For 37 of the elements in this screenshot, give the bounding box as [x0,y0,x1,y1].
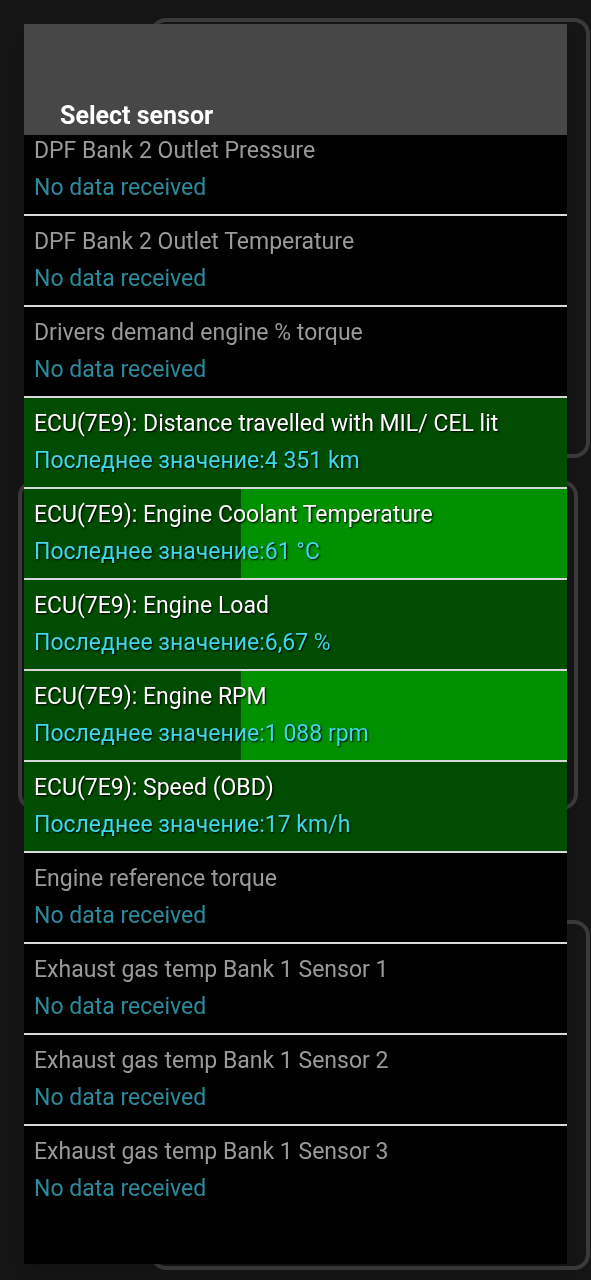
sensor-name: Exhaust gas temp Bank 1 Sensor 1 [34,955,390,985]
sensor-name: ECU(7E9): Engine RPM [34,682,268,712]
sensor-item[interactable]: Exhaust gas temp Bank 1 Sensor 1 No data received [24,942,567,1033]
sensor-name: ECU(7E9): Speed (OBD) [34,773,275,803]
sensor-status: Последнее значение:6,67 % [34,628,332,658]
sensor-item[interactable]: ECU(7E9): Engine Load Последнее значение:6,67 % [24,578,567,669]
sensor-item[interactable]: DPF Bank 2 Outlet Temperature No data received [24,214,567,305]
sensor-name: Engine reference torque [34,864,278,894]
sensor-status: No data received [34,1174,208,1204]
sensor-item[interactable]: ECU(7E9): Speed (OBD) Последнее значение:17 km/h [24,760,567,851]
sensor-status: No data received [34,1083,208,1113]
sensor-item[interactable]: ECU(7E9): Engine RPM Последнее значение:1 088 rpm [24,669,567,760]
sensor-status: No data received [34,901,208,931]
sensor-status: No data received [34,264,208,294]
sensor-name: Drivers demand engine % torque [34,318,364,348]
sensor-item[interactable]: DPF Bank 2 Outlet Pressure No data received [24,135,567,214]
sensor-name: Exhaust gas temp Bank 1 Sensor 2 [34,1046,390,1076]
sensor-status: Последнее значение:17 km/h [34,810,352,840]
sensor-name: Exhaust gas temp Bank 1 Sensor 3 [34,1137,390,1167]
sensor-status: No data received [34,992,208,1022]
dialog-title: Select sensor [60,100,214,132]
sensor-name: ECU(7E9): Engine Load [34,591,270,621]
sensor-status: Последнее значение:61 °C [34,537,321,567]
sensor-name: ECU(7E9): Distance travelled with MIL/ CEL lit [34,409,500,439]
sensor-item[interactable]: Engine reference torque No data received [24,851,567,942]
sensor-name: DPF Bank 2 Outlet Pressure [34,136,317,166]
sensor-status: No data received [34,355,208,385]
sensor-item[interactable]: ECU(7E9): Engine Coolant Temperature Последнее значение:61 °C [24,487,567,578]
sensor-status: No data received [34,173,208,203]
sensor-name: DPF Bank 2 Outlet Temperature [34,227,356,257]
sensor-item[interactable]: Exhaust gas temp Bank 1 Sensor 3 No data received [24,1124,567,1215]
sensor-item[interactable]: ECU(7E9): Distance travelled with MIL/ CEL lit Последнее значение:4 351 km [24,396,567,487]
sensor-item[interactable]: Drivers demand engine % torque No data received [24,305,567,396]
sensor-name: ECU(7E9): Engine Coolant Temperature [34,500,434,530]
sensor-status: Последнее значение:4 351 km [34,446,361,476]
sensor-item[interactable]: Exhaust gas temp Bank 1 Sensor 2 No data received [24,1033,567,1124]
sensor-status: Последнее значение:1 088 rpm [34,719,370,749]
